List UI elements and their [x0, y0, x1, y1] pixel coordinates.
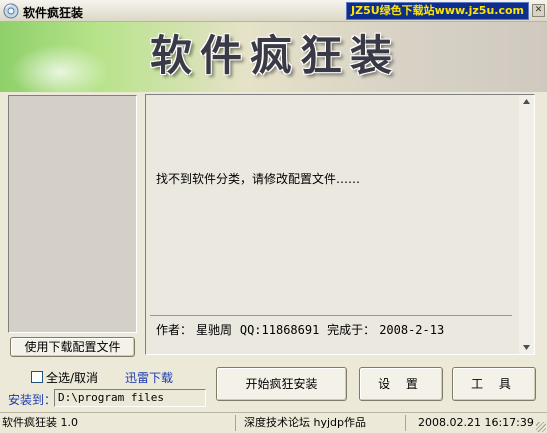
app-disc-icon [3, 3, 19, 19]
status-bar: 软件疯狂装 1.0 深度技术论坛 hyjdp作品 2008.02.21 16:1… [0, 412, 547, 433]
install-to-label: 安装到： [8, 393, 57, 407]
header-banner: 软件疯狂装 [0, 22, 547, 92]
settings-button[interactable]: 设 置 [359, 367, 443, 401]
tools-button[interactable]: 工 具 [452, 367, 536, 401]
select-all-checkbox[interactable] [31, 371, 43, 383]
watermark-badge: JZ5U绿色下载站www.jz5u.com [346, 2, 529, 20]
author-info: 作者： 星驰周 QQ:11868691 完成于： 2008-2-13 [156, 321, 448, 338]
author-name: 星驰周 [196, 323, 233, 337]
resize-grip-icon[interactable] [536, 422, 546, 432]
select-all-label[interactable]: 全选/取消 [46, 369, 98, 386]
triangle-down-icon[interactable] [521, 343, 532, 352]
xunlei-download-link[interactable]: 迅雷下载 [125, 369, 173, 386]
preview-panel [8, 95, 137, 333]
close-icon[interactable]: ✕ [532, 4, 545, 17]
vertical-scrollbar[interactable] [519, 95, 534, 354]
app-window: 软件疯狂装 JZ5U绿色下载站www.jz5u.com ✕ 软件疯狂装 使用下载… [0, 0, 547, 433]
start-install-button[interactable]: 开始疯狂安装 [216, 367, 347, 401]
banner-title: 软件疯狂装 [150, 31, 401, 80]
triangle-up-icon[interactable] [521, 97, 532, 106]
status-datetime: 2008.02.21 16:17:39 [405, 415, 547, 431]
status-app-version: 软件疯狂装 1.0 [2, 416, 78, 429]
status-credit: 深度技术论坛 hyjdp作品 [235, 415, 403, 431]
finished-date: 2008-2-13 [379, 323, 445, 337]
window-title: 软件疯狂装 [23, 6, 84, 20]
finished-label: 完成于： [327, 323, 376, 337]
author-label: 作者： [156, 323, 193, 337]
use-download-config-button[interactable]: 使用下载配置文件 [10, 337, 135, 357]
title-bar[interactable]: 软件疯狂装 JZ5U绿色下载站www.jz5u.com ✕ [0, 0, 547, 22]
qq-number: QQ:11868691 [239, 323, 320, 337]
error-message: 找不到软件分类，请修改配置文件…… [156, 172, 361, 186]
divider [150, 315, 512, 316]
message-area[interactable]: 找不到软件分类，请修改配置文件…… 作者： 星驰周 QQ:11868691 完成于… [145, 94, 535, 355]
install-path-field[interactable]: D:\program files [54, 389, 206, 407]
